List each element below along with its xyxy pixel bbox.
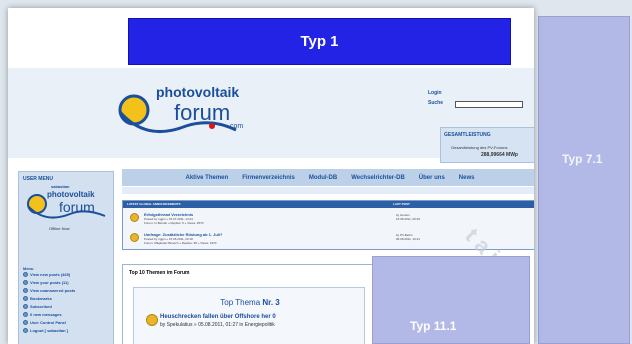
announcement-meta: Posted by nggin » 15.07.2011, 14:24 Forum… xyxy=(144,217,204,225)
nav-item-news[interactable]: News xyxy=(459,175,475,181)
sidebar-item-logout[interactable]: Logout [ sabastian ] xyxy=(23,328,68,333)
sidebar-logo[interactable]: sabastian photovoltaik forum xyxy=(25,184,109,227)
announcement-row[interactable]: Erfolgsthread Verzeichnis Posted by nggi… xyxy=(126,210,534,227)
topic-icon xyxy=(146,314,158,326)
logo-text-main: forum xyxy=(174,100,231,125)
sub-nav-bar xyxy=(122,187,534,194)
menu-title: Menu xyxy=(23,266,34,271)
user-menu-sidebar: USER MENU sabastian photovoltaik forum O… xyxy=(18,171,114,344)
announcement-meta: Posted by nggin » 15.06.2011, 20:18 Forum… xyxy=(144,237,217,245)
sidebar-item-unanswered[interactable]: View unanswered posts xyxy=(23,288,75,293)
announcement-icon xyxy=(130,213,139,222)
announcement-last-post: by Gunton 15.08.2011, 00:29 xyxy=(396,213,420,221)
bullet-icon xyxy=(23,272,28,277)
nav-item-ueber-uns[interactable]: Über uns xyxy=(419,175,445,181)
nav-item-wechselrichter-db[interactable]: Wechselrichter-DB xyxy=(351,175,405,181)
ad-banner-right-label: Typ 7.1 xyxy=(562,152,603,166)
search-input[interactable] xyxy=(455,101,523,108)
top10-box: Top 10 Themen im Forum Top Thema Nr. 3 H… xyxy=(122,264,376,344)
sidebar-item-subscribed[interactable]: Subscribed xyxy=(23,304,52,309)
bullet-icon xyxy=(23,296,28,301)
bullet-icon xyxy=(23,320,28,325)
bullet-icon xyxy=(23,288,28,293)
sidebar-item-new-posts[interactable]: View new posts (465) xyxy=(23,272,70,277)
nav-item-aktive-themen[interactable]: Aktive Themen xyxy=(186,175,229,181)
bullet-icon xyxy=(23,328,28,333)
forum-logo[interactable]: photovoltaik forum .com xyxy=(116,82,266,147)
login-area: Login Suche xyxy=(428,88,443,108)
sidebar-username[interactable]: sabastian xyxy=(51,184,69,189)
last-post-header: LAST POST xyxy=(393,202,410,206)
ad-banner-top[interactable]: Typ 1 xyxy=(128,18,511,65)
sidebar-item-control-panel[interactable]: User Control Panel xyxy=(23,320,66,325)
sidebar-item-messages[interactable]: 0 new messages xyxy=(23,312,62,317)
search-label: Suche xyxy=(428,100,444,106)
top10-title: Top 10 Themen im Forum xyxy=(129,270,190,276)
top-topic-meta: by Spekulatius » 05.08.2011, 01:27 in En… xyxy=(160,322,275,328)
total-output-box: GESAMTLEISTUNG Gesamtleistung des PV-For… xyxy=(440,127,534,163)
ad-banner-right[interactable] xyxy=(538,16,630,344)
top-thema-label: Top Thema Nr. 3 xyxy=(220,298,280,307)
logo-text-domain: .com xyxy=(228,123,244,130)
sidebar-item-bookmarks[interactable]: Bookmarks xyxy=(23,296,52,301)
login-link[interactable]: Login xyxy=(428,88,443,98)
announcements-header: LATEST GLOBAL ANNOUNCEMENTS LAST POST xyxy=(123,201,534,208)
sidebar-logo-text: photovoltaik xyxy=(47,190,95,199)
total-value: 288,99664 MWp xyxy=(481,152,518,158)
sidebar-item-your-posts[interactable]: View your posts (11) xyxy=(23,280,69,285)
top10-slide: Top Thema Nr. 3 Heuschrecken fallen über… xyxy=(133,287,365,344)
logo-text-top: photovoltaik xyxy=(156,84,240,100)
bullet-icon xyxy=(23,304,28,309)
announcement-icon xyxy=(130,233,139,242)
main-nav: Aktive Themen Firmenverzeichnis Modul-DB… xyxy=(122,169,534,186)
total-title: GESAMTLEISTUNG xyxy=(444,132,491,138)
nav-item-modul-db[interactable]: Modul-DB xyxy=(309,175,337,181)
ad-banner-bottom-label: Typ 11.1 xyxy=(410,319,457,333)
total-subtitle: Gesamtleistung des PV-Forums xyxy=(451,145,508,150)
bullet-icon xyxy=(23,312,28,317)
user-status: Offline Now xyxy=(49,226,70,231)
top-topic-title[interactable]: Heuschrecken fallen über Offshore her 0 xyxy=(160,314,276,320)
bullet-icon xyxy=(23,280,28,285)
sidebar-logo-forum: forum xyxy=(59,199,95,215)
announcement-last-post: by PV-Berlin 06.08.2011, 10:21 xyxy=(396,233,420,241)
nav-item-firmenverzeichnis[interactable]: Firmenverzeichnis xyxy=(242,175,295,181)
user-menu-title: USER MENU xyxy=(23,176,54,182)
